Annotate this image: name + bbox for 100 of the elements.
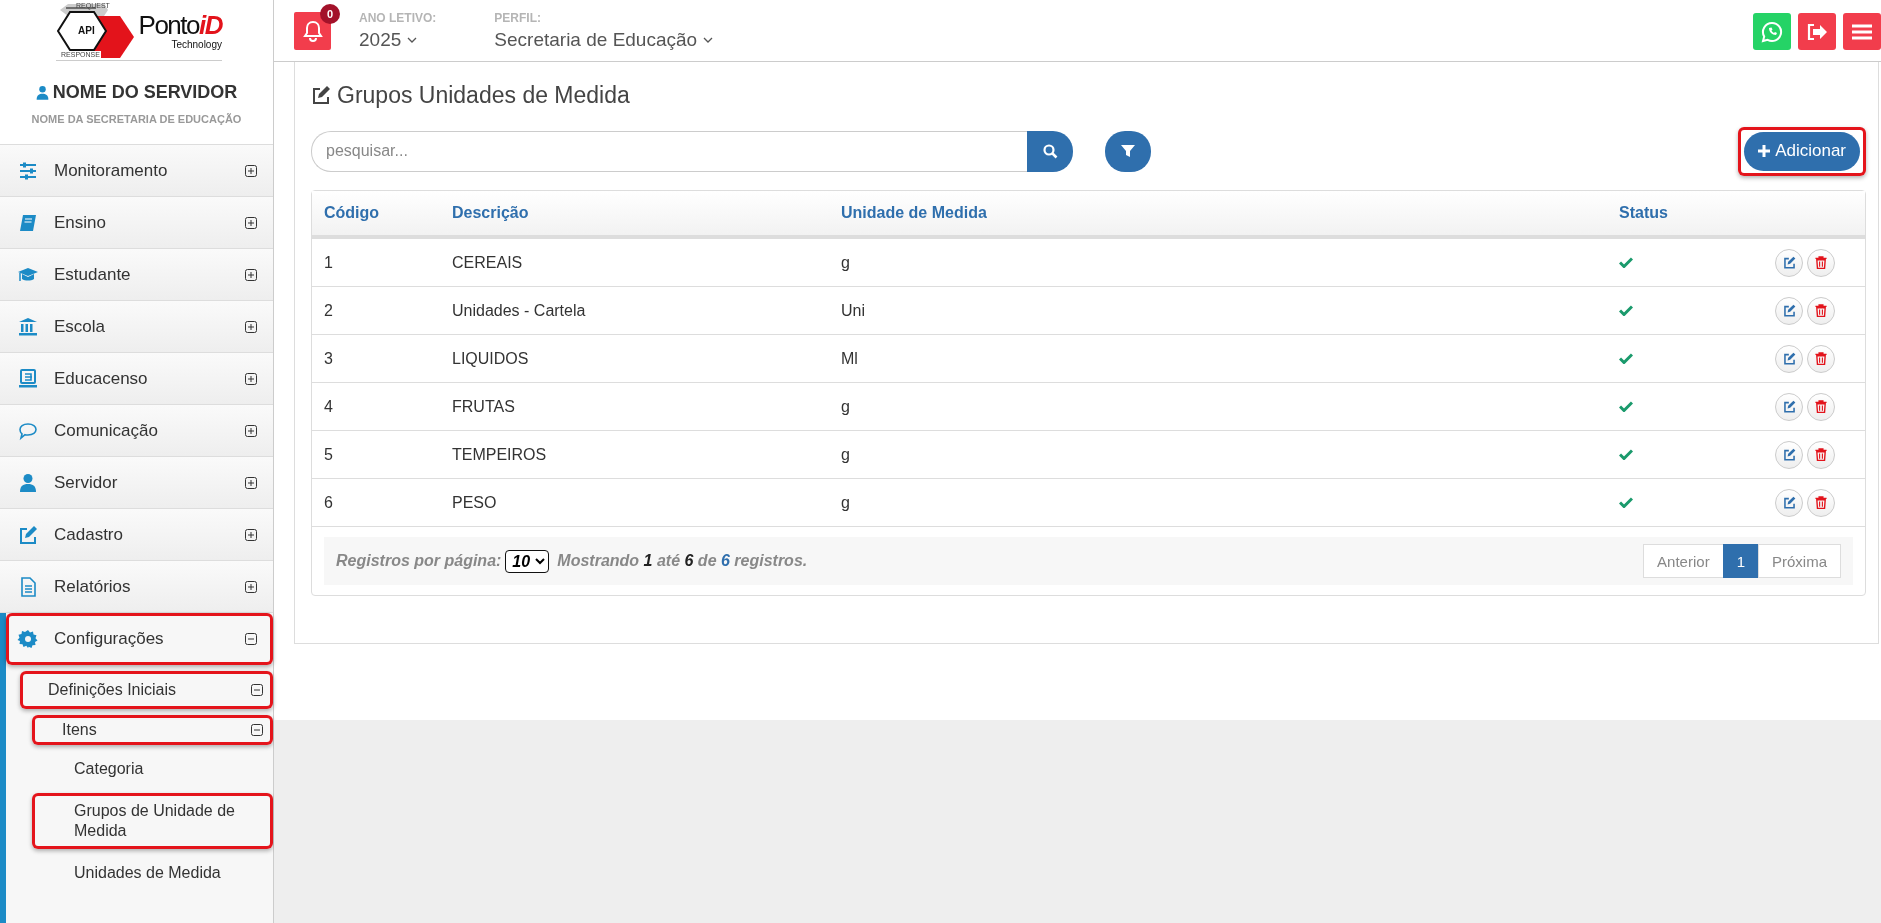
expand-icon[interactable]: [245, 424, 257, 437]
menu-item[interactable]: Ensino: [0, 197, 273, 249]
table-cell: 6: [312, 478, 440, 527]
logout-button[interactable]: [1798, 13, 1836, 50]
menu-item[interactable]: Comunicação: [0, 405, 273, 457]
expand-icon[interactable]: [245, 268, 257, 281]
table-cell: 2: [312, 286, 440, 335]
table-cell: LIQUIDOS: [440, 334, 829, 383]
table-cell: FRUTAS: [440, 382, 829, 431]
table-cell: g: [829, 237, 1607, 287]
menu-item[interactable]: Estudante: [0, 249, 273, 301]
menu-item-icon: [16, 367, 40, 390]
notification-count: 0: [320, 3, 340, 24]
menu-item[interactable]: Escola: [0, 301, 273, 353]
menu-icon: [1852, 23, 1872, 40]
per-page-label: Registros por página:: [336, 552, 502, 570]
expand-icon[interactable]: [245, 216, 257, 229]
page-title: Grupos Unidades de Medida: [337, 81, 630, 109]
pagination-button[interactable]: 1: [1722, 544, 1759, 578]
table-cell: TEMPEIROS: [440, 430, 829, 479]
menu-item[interactable]: Relatórios: [0, 561, 273, 613]
submenu-item[interactable]: Categoria: [32, 751, 273, 787]
menu-button[interactable]: [1843, 13, 1881, 50]
menu-item[interactable]: Educacenso: [0, 353, 273, 405]
edit-button[interactable]: [1775, 344, 1803, 373]
edit-icon: [1782, 496, 1796, 509]
notifications-button[interactable]: [294, 11, 331, 50]
edit-button[interactable]: [1775, 392, 1803, 421]
api-label: API: [78, 24, 95, 36]
edit-icon: [1782, 304, 1796, 317]
edit-button[interactable]: [1775, 440, 1803, 469]
trash-icon: [1815, 304, 1827, 317]
edit-button[interactable]: [1775, 248, 1803, 277]
trash-icon: [1815, 400, 1827, 413]
profile-dropdown[interactable]: Secretaria de Educação: [494, 28, 714, 51]
delete-button[interactable]: [1807, 440, 1835, 469]
menu-item[interactable]: Configurações: [6, 613, 273, 665]
year-dropdown[interactable]: 2025: [359, 28, 437, 51]
menu-item[interactable]: Cadastro: [0, 509, 273, 561]
submenu-item[interactable]: Itens: [32, 715, 273, 745]
expand-icon[interactable]: [245, 476, 257, 489]
collapse-icon[interactable]: [245, 633, 257, 645]
submenu-item[interactable]: Unidades de Medida: [32, 855, 273, 891]
delete-button[interactable]: [1807, 248, 1835, 277]
table-cell: g: [829, 478, 1607, 527]
edit-icon: [1782, 400, 1796, 413]
collapse-icon[interactable]: [251, 724, 263, 736]
expand-icon[interactable]: [245, 528, 257, 541]
search-field[interactable]: pesquisar...: [311, 130, 1027, 172]
trash-icon: [1815, 496, 1827, 509]
table-cell: g: [829, 382, 1607, 431]
table-cell: Unidades - Cartela: [440, 286, 829, 335]
table-cell: PESO: [440, 478, 829, 527]
chevron-down-icon: [703, 36, 714, 43]
column-header[interactable]: Código: [312, 191, 440, 237]
edit-icon: [1782, 352, 1796, 365]
delete-button[interactable]: [1807, 344, 1835, 373]
edit-button[interactable]: [1775, 488, 1803, 517]
edit-button[interactable]: [1775, 296, 1803, 325]
department-name: NOME DA SECRETARIA DE EDUCAÇÃO: [31, 112, 242, 125]
bell-icon: [302, 19, 323, 42]
submenu-item[interactable]: Definições Iniciais: [20, 671, 273, 709]
pagination-button[interactable]: Próxima: [1758, 544, 1841, 578]
submenu-item[interactable]: Grupos de Unidade de Medida: [32, 793, 273, 849]
expand-icon[interactable]: [245, 372, 257, 385]
search-button[interactable]: [1027, 130, 1073, 172]
table-cell: Uni: [829, 286, 1607, 335]
table-cell: 1: [312, 237, 440, 287]
plus-icon: [1758, 145, 1771, 157]
table-cell: g: [829, 430, 1607, 479]
chevron-down-icon: [407, 36, 418, 43]
profile-label: PERFIL:: [494, 10, 542, 25]
add-button[interactable]: Adicionar: [1744, 131, 1860, 171]
table-cell: 4: [312, 382, 440, 431]
menu-item-icon: [16, 628, 40, 650]
trash-icon: [1815, 448, 1827, 461]
collapse-icon[interactable]: [251, 684, 263, 696]
delete-button[interactable]: [1807, 296, 1835, 325]
chat-bubble-icon: [1761, 20, 1783, 43]
menu-item[interactable]: Servidor: [0, 457, 273, 509]
user-icon: [35, 84, 49, 100]
menu-item[interactable]: Monitoramento: [0, 145, 273, 197]
table-cell: 5: [312, 430, 440, 479]
expand-icon[interactable]: [245, 164, 257, 177]
filter-button[interactable]: [1105, 130, 1151, 172]
records-summary: Mostrando 1 até 6 de 6 registros.: [557, 552, 808, 570]
expand-icon[interactable]: [245, 320, 257, 333]
table-cell: 3: [312, 334, 440, 383]
expand-icon[interactable]: [245, 580, 257, 593]
edit-icon: [1782, 448, 1796, 461]
table-cell: CEREAIS: [440, 237, 829, 287]
edit-icon: [1782, 256, 1796, 269]
delete-button[interactable]: [1807, 392, 1835, 421]
brand-tagline: Technology: [171, 39, 222, 50]
delete-button[interactable]: [1807, 488, 1835, 517]
pagination-button[interactable]: Anterior: [1643, 544, 1724, 578]
per-page-select[interactable]: 10: [505, 549, 550, 573]
filter-icon: [1121, 144, 1135, 158]
logout-icon: [1806, 22, 1828, 41]
menu-item-icon: [16, 315, 40, 338]
